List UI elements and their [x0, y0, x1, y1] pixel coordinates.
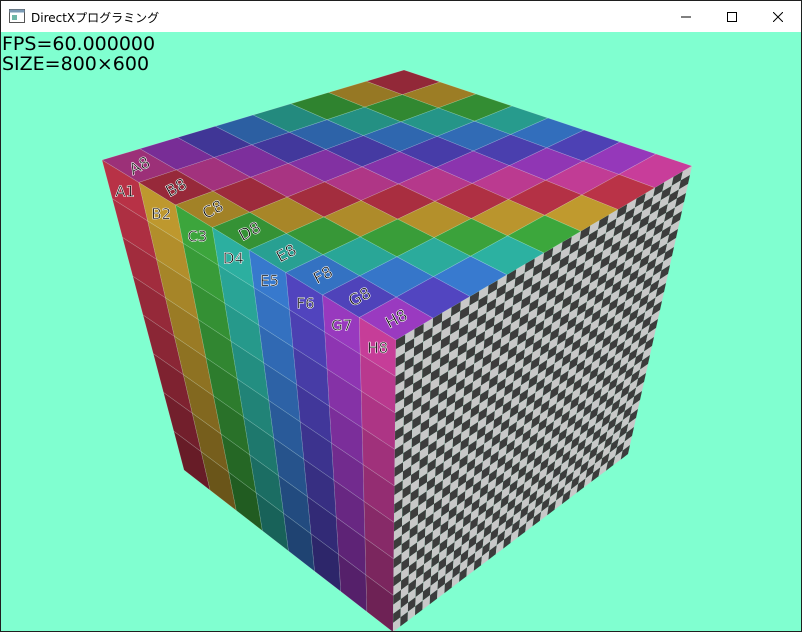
left-face-label: C3 [187, 227, 207, 245]
fps-readout: FPS=60.000000 [2, 33, 156, 55]
left-face-label: E5 [260, 272, 279, 290]
minimize-icon [681, 16, 691, 17]
window-app-icon [9, 9, 25, 23]
cube-scene: H8G8F8E8D8C8B8A8A1B2C3D4E5F6G7H8 [101, 69, 693, 631]
directx-render-viewport[interactable]: H8 G8 F8 E8 D8 C8 B8 A8 A1 B2 C3 D4 E5 F6 G7 H8 FPS=60.… [1, 32, 801, 631]
title-bar[interactable]: DirectXプログラミング [1, 1, 801, 32]
minimize-button[interactable] [663, 1, 709, 32]
maximize-icon [727, 11, 737, 22]
close-icon [773, 11, 783, 22]
close-button[interactable] [755, 1, 801, 32]
left-face-label: H8 [367, 339, 388, 357]
left-face-label: G7 [331, 317, 352, 335]
left-face-label: B2 [151, 205, 171, 223]
left-face-label: A1 [115, 183, 135, 201]
size-readout: SIZE=800×600 [2, 53, 150, 75]
app-window: DirectXプログラミング H8 G8 F8 E8 D8 C8 B8 A8 A1 B2 C3 D4 E… [0, 0, 802, 632]
window-title: DirectXプログラミング [31, 11, 160, 25]
left-face-label: D4 [223, 250, 244, 268]
maximize-button[interactable] [709, 1, 755, 32]
left-face-label: F6 [297, 294, 315, 312]
